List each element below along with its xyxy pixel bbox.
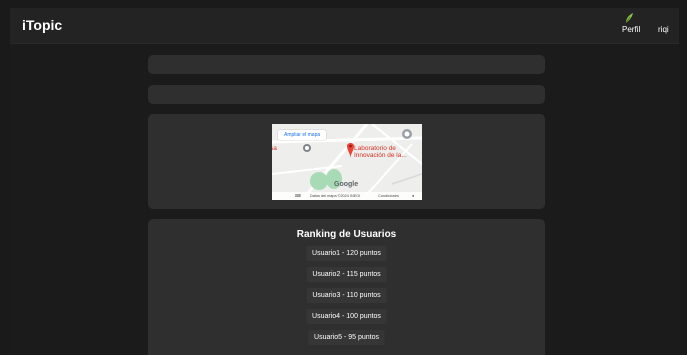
map-card: Ampliar el mapa sa Laboratorio de Innova… [148, 114, 545, 209]
map-place-label[interactable]: Laboratorio de Innovación de la... [354, 145, 420, 159]
google-logo: Google [334, 181, 359, 188]
embedded-map[interactable]: Ampliar el mapa sa Laboratorio de Innova… [272, 124, 422, 200]
ranking-item: Usuario5 - 95 puntos [308, 330, 385, 345]
map-partial-label: sa [272, 145, 277, 152]
keyboard-icon[interactable]: ⌨ [295, 192, 300, 200]
brand-logo[interactable]: iTopic [22, 17, 62, 33]
profile-link[interactable]: Perfil [622, 12, 646, 40]
profile-label: Perfil [622, 25, 641, 34]
content-bar-2 [148, 85, 545, 104]
app-window: iTopic Perfil riqi Ampliar el mapa a Lab… [10, 8, 679, 355]
map-terms-link[interactable]: Condiciones [378, 192, 399, 200]
ranking-item: Usuario2 - 115 puntos [306, 267, 387, 282]
enlarge-map-button[interactable]: Ampliar el mapa [278, 130, 327, 140]
ranking-item: Usuario4 - 100 puntos [306, 309, 387, 324]
map-footer: ⌨ Datos del mapa ©2024 INEGI Condiciones… [272, 192, 422, 200]
ranking-title: Ranking de Usuarios [296, 229, 397, 240]
username-link[interactable]: riqi [658, 25, 669, 34]
ranking-item: Usuario1 - 120 puntos [306, 246, 387, 261]
profile-avatar-icon [625, 13, 633, 24]
ranking-item: Usuario3 - 110 puntos [306, 288, 387, 303]
report-icon[interactable]: ● [412, 192, 414, 200]
top-navbar: iTopic Perfil riqi [10, 8, 679, 44]
ranking-card: Ranking de Usuarios Usuario1 - 120 punto… [148, 219, 545, 355]
map-attribution: Datos del mapa ©2024 INEGI [310, 194, 361, 198]
content-bar-1 [148, 55, 545, 74]
